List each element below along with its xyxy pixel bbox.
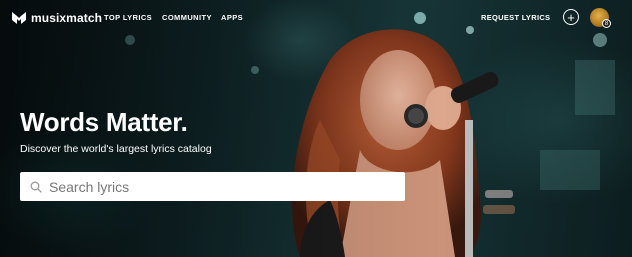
top-navigation: musixmatch TOP LYRICS COMMUNITY APPS REQ… xyxy=(0,0,632,34)
search-bar[interactable] xyxy=(20,172,405,201)
musixmatch-logo-icon xyxy=(12,12,26,24)
search-input[interactable] xyxy=(49,178,389,195)
nav-link-top-lyrics[interactable]: TOP LYRICS xyxy=(104,13,152,22)
request-lyrics-link[interactable]: REQUEST LYRICS xyxy=(481,13,550,22)
brand-name: musixmatch xyxy=(31,11,103,25)
nav-link-community[interactable]: COMMUNITY xyxy=(162,13,212,22)
search-icon xyxy=(30,181,42,193)
brand-logo[interactable]: musixmatch xyxy=(12,11,102,25)
hero-headline: Words Matter. xyxy=(20,107,188,137)
hero-subheadline: Discover the world's largest lyrics cata… xyxy=(20,143,212,155)
nav-link-apps[interactable]: APPS xyxy=(221,13,243,22)
avatar-badge: 8 xyxy=(602,19,611,28)
add-button[interactable]: + xyxy=(563,9,579,25)
plus-icon: + xyxy=(567,9,575,25)
hero-banner: musixmatch TOP LYRICS COMMUNITY APPS REQ… xyxy=(0,0,632,257)
